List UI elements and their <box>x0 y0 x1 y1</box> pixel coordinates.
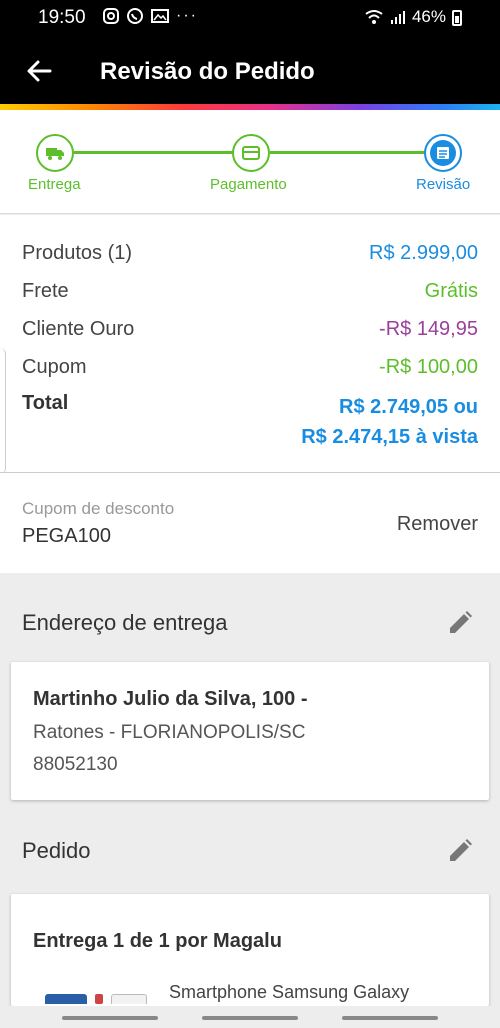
nav-home-button[interactable] <box>202 1016 298 1020</box>
step-label-pagamento: Pagamento <box>210 176 287 193</box>
step-entrega[interactable] <box>36 134 74 172</box>
summary-row-shipping: Frete Grátis <box>22 280 478 303</box>
step-pagamento[interactable] <box>232 134 270 172</box>
product-thumbnail-accent <box>95 994 103 1004</box>
gallery-icon <box>151 9 169 23</box>
status-time: 19:50 <box>38 7 86 28</box>
remove-coupon-button[interactable]: Remover <box>397 513 478 536</box>
address-card[interactable]: Martinho Julio da Silva, 100 - Ratones -… <box>11 662 489 800</box>
product-thumbnail[interactable] <box>45 994 87 1004</box>
total-value: R$ 2.749,05 ou R$ 2.474,15 à vista <box>301 392 478 452</box>
list-icon <box>430 140 456 166</box>
total-value-cash: R$ 2.474,15 à vista <box>301 426 478 448</box>
instagram-icon <box>103 8 119 24</box>
shipping-value: Grátis <box>424 280 478 302</box>
step-label-entrega: Entrega <box>28 176 81 193</box>
checkout-stepper: Entrega Pagamento Revisão <box>0 110 500 214</box>
order-summary: Produtos (1) R$ 2.999,00 Frete Grátis Cl… <box>0 215 500 472</box>
stepper-line-2 <box>270 151 426 154</box>
order-section-title: Pedido <box>22 838 91 863</box>
signal-icon <box>390 11 405 24</box>
step-label-revisao: Revisão <box>416 176 471 193</box>
address-line: Ratones - FLORIANOPOLIS/SC <box>33 722 306 743</box>
system-icons: 46% <box>364 7 460 27</box>
arrow-left-icon[interactable] <box>24 56 54 86</box>
order-card: Entrega 1 de 1 por Magalu Smartphone Sam… <box>11 894 489 1006</box>
step-revisao[interactable] <box>424 134 462 172</box>
total-label: Total <box>22 392 69 414</box>
products-value: R$ 2.999,00 <box>369 242 478 264</box>
delivery-label: Entrega 1 de 1 por Magalu <box>33 930 282 952</box>
edit-order-icon[interactable] <box>446 837 474 865</box>
coupon-code: PEGA100 <box>22 525 111 547</box>
page-title: Revisão do Pedido <box>100 58 315 85</box>
coupon-row-value: -R$ 100,00 <box>379 356 478 378</box>
summary-row-gold-client: Cliente Ouro -R$ 149,95 <box>22 318 478 341</box>
more-dots-icon: ··· <box>176 7 198 24</box>
gold-client-value: -R$ 149,95 <box>379 318 478 340</box>
truck-icon <box>46 148 64 160</box>
wifi-icon <box>365 10 383 24</box>
product-name[interactable]: Smartphone Samsung Galaxy <box>169 982 409 1003</box>
summary-row-coupon: Cupom -R$ 100,00 <box>22 356 478 379</box>
nav-back-button[interactable] <box>342 1016 438 1020</box>
edit-address-icon[interactable] <box>446 609 474 637</box>
nav-recents-button[interactable] <box>62 1016 158 1020</box>
notification-icons: ··· <box>102 7 198 25</box>
whatsapp-icon <box>127 8 143 24</box>
status-bar: 19:50 ··· 46% <box>0 0 500 36</box>
coupon-label: Cupom de desconto <box>22 499 175 518</box>
shipping-label: Frete <box>22 280 69 302</box>
gold-client-label: Cliente Ouro <box>22 318 135 340</box>
address-zip: 88052130 <box>33 754 118 775</box>
battery-icon <box>452 10 462 26</box>
app-bar: Revisão do Pedido <box>0 36 500 108</box>
battery-percent: 46% <box>411 7 446 26</box>
coupon-row-label: Cupom <box>22 356 87 378</box>
products-label: Produtos (1) <box>22 242 133 264</box>
system-nav-bar <box>0 1006 500 1028</box>
address-name: Martinho Julio da Silva, 100 - <box>33 688 308 710</box>
discount-coupon: Cupom de desconto PEGA100 Remover <box>0 473 500 573</box>
stepper-line-1 <box>74 151 234 154</box>
product-thumbnail-alt <box>111 994 147 1004</box>
summary-row-products: Produtos (1) R$ 2.999,00 <box>22 242 478 265</box>
side-drawer-edge[interactable] <box>0 348 6 474</box>
total-value-installments: R$ 2.749,05 ou <box>339 396 478 418</box>
address-section-title: Endereço de entrega <box>22 610 228 635</box>
card-icon <box>242 146 260 160</box>
summary-row-total: Total R$ 2.749,05 ou R$ 2.474,15 à vista <box>22 392 478 452</box>
